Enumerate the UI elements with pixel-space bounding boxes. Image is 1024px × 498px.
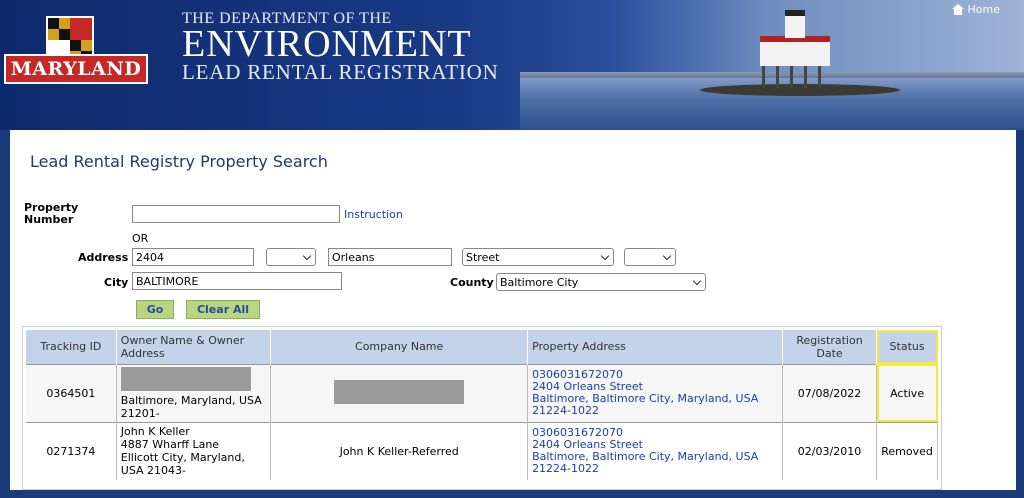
registration-date-cell: 02/03/2010: [782, 421, 878, 480]
address-label: Address: [78, 251, 129, 264]
lighthouse-house: [760, 36, 830, 66]
col-property-address: Property Address: [527, 330, 783, 364]
county-label: County: [450, 276, 494, 289]
col-registration-date: Registration Date: [782, 330, 878, 364]
address-number-input[interactable]: [132, 248, 254, 266]
lighthouse-legs: [762, 66, 828, 88]
property-zip[interactable]: 21224-1022: [532, 463, 778, 475]
col-status: Status: [876, 330, 938, 364]
owner-cell: John K Keller 4887 Wharff Lane Ellicott …: [116, 421, 272, 480]
direction-select[interactable]: [266, 248, 316, 266]
home-label: Home: [967, 3, 1000, 16]
table-row: 0271374 John K Keller 4887 Wharff Lane E…: [26, 421, 938, 480]
maryland-logo[interactable]: MARYLAND: [2, 10, 148, 84]
col-company: Company Name: [270, 330, 529, 364]
city-input[interactable]: [132, 272, 342, 290]
instruction-link[interactable]: Instruction: [344, 208, 403, 221]
owner-street: 4887 Wharff Lane: [120, 438, 220, 452]
sub-title: LEAD RENTAL REGISTRATION: [182, 60, 499, 84]
table-row: 0364501 Baltimore, Maryland, USA 21201- …: [26, 363, 938, 422]
property-address-cell[interactable]: 0306031672070 2404 Orleans Street Baltim…: [527, 363, 783, 422]
clear-all-button[interactable]: Clear All: [186, 300, 260, 319]
logo-text: MARYLAND: [4, 54, 148, 84]
chevron-down-icon: [302, 252, 312, 262]
owner-address: Ellicott City, Maryland, USA 21043-: [120, 451, 245, 478]
company-cell: [270, 363, 529, 422]
property-address-cell[interactable]: 0306031672070 2404 Orleans Street Baltim…: [527, 421, 783, 480]
chevron-down-icon: [692, 277, 702, 287]
tracking-id-cell: 0271374: [26, 421, 117, 480]
owner-name: John K Keller: [120, 425, 190, 439]
status-cell: Removed: [876, 421, 938, 480]
or-text: OR: [132, 232, 149, 245]
company-cell: John K Keller-Referred: [270, 421, 529, 480]
redacted-owner-name: [120, 366, 251, 391]
street-type-select[interactable]: Street: [462, 248, 614, 266]
col-owner: Owner Name & Owner Address: [116, 330, 272, 364]
page-title: Lead Rental Registry Property Search: [30, 152, 328, 171]
status-cell: Active: [876, 363, 938, 422]
property-zip[interactable]: 21224-1022: [532, 405, 778, 417]
go-button[interactable]: Go: [136, 300, 174, 319]
tracking-id-cell: 0364501: [26, 363, 117, 422]
suffix-select[interactable]: [624, 248, 676, 266]
city-label: City: [104, 276, 129, 289]
header-banner: MARYLAND THE DEPARTMENT OF THE ENVIRONME…: [0, 0, 1024, 130]
results-table: Tracking ID Owner Name & Owner Address C…: [26, 330, 938, 480]
home-link[interactable]: Home: [951, 3, 1000, 16]
county-value: Baltimore City: [500, 275, 579, 289]
chevron-down-icon: [662, 252, 672, 262]
table-header-row: Tracking ID Owner Name & Owner Address C…: [26, 330, 938, 364]
street-type-value: Street: [466, 250, 500, 264]
owner-cell: Baltimore, Maryland, USA 21201-: [116, 363, 272, 422]
home-icon: [951, 4, 964, 15]
property-number-input[interactable]: [132, 205, 340, 223]
property-number-label: Property Number: [24, 201, 79, 226]
owner-address: Baltimore, Maryland, USA 21201-: [120, 393, 262, 420]
redacted-company-name: [334, 379, 465, 404]
county-select[interactable]: Baltimore City: [496, 273, 706, 291]
registration-date-cell: 07/08/2022: [782, 363, 878, 422]
street-name-input[interactable]: [328, 248, 452, 266]
col-tracking-id: Tracking ID: [26, 330, 117, 364]
lighthouse-tower: [785, 10, 805, 38]
chevron-down-icon: [600, 252, 610, 262]
search-panel: Lead Rental Registry Property Search Pro…: [10, 130, 1016, 490]
